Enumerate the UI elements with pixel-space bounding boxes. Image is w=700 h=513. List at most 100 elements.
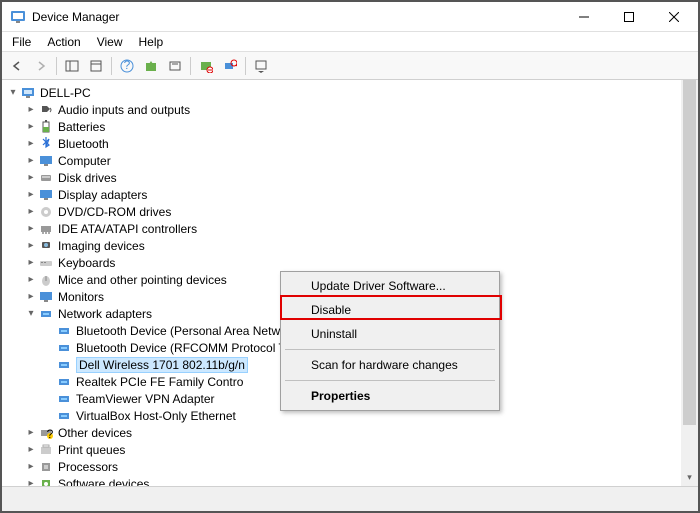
- chevron-right-icon[interactable]: ▸: [24, 122, 38, 132]
- tree-category[interactable]: ▸ Batteries: [6, 118, 698, 135]
- chevron-right-icon[interactable]: ▸: [24, 173, 38, 183]
- tree-category[interactable]: ▸ Audio inputs and outputs: [6, 101, 698, 118]
- tree-category-label: Processors: [58, 460, 118, 474]
- category-icon: [38, 459, 54, 475]
- show-hide-console-button[interactable]: [61, 55, 83, 77]
- update-driver-button[interactable]: [140, 55, 162, 77]
- tree-category-label: Imaging devices: [58, 239, 145, 253]
- category-icon: [38, 289, 54, 305]
- tree-category-label: Audio inputs and outputs: [58, 103, 190, 117]
- chevron-right-icon[interactable]: ▸: [24, 445, 38, 455]
- scan-hardware-button[interactable]: [219, 55, 241, 77]
- tree-category-label: Batteries: [58, 120, 105, 134]
- chevron-right-icon[interactable]: ▸: [24, 241, 38, 251]
- context-menu-separator: [285, 380, 495, 381]
- category-icon: [38, 255, 54, 271]
- menu-help[interactable]: Help: [133, 33, 170, 51]
- chevron-down-icon[interactable]: ▾: [6, 88, 20, 98]
- tree-category-label: Disk drives: [58, 171, 117, 185]
- category-icon: [38, 204, 54, 220]
- chevron-right-icon[interactable]: ▸: [24, 462, 38, 472]
- title-bar: Device Manager: [2, 2, 698, 32]
- chevron-right-icon[interactable]: ▸: [24, 105, 38, 115]
- category-icon: [38, 187, 54, 203]
- context-menu-properties[interactable]: Properties: [283, 384, 497, 408]
- chevron-right-icon[interactable]: ▸: [24, 224, 38, 234]
- tree-category-label: DVD/CD-ROM drives: [58, 205, 171, 219]
- tree-device-label: TeamViewer VPN Adapter: [76, 392, 215, 406]
- tree-category[interactable]: ▸Display adapters: [6, 186, 698, 203]
- tree-device-label: VirtualBox Host-Only Ethernet: [76, 409, 236, 423]
- tree-category[interactable]: ▸ Processors: [6, 458, 698, 475]
- chevron-right-icon[interactable]: ▸: [24, 190, 38, 200]
- maximize-button[interactable]: [606, 2, 651, 31]
- menu-file[interactable]: File: [6, 33, 37, 51]
- chevron-down-icon[interactable]: ▾: [24, 309, 38, 319]
- vertical-scrollbar[interactable]: ▴ ▾: [681, 80, 698, 486]
- svg-text:?: ?: [124, 59, 131, 72]
- tree-category[interactable]: ▸Bluetooth: [6, 135, 698, 152]
- tree-category[interactable]: ▸ Keyboards: [6, 254, 698, 271]
- context-menu-uninstall[interactable]: Uninstall: [283, 322, 497, 346]
- tree-root[interactable]: ▾ DELL-PC: [6, 84, 698, 101]
- tree-device-label: Bluetooth Device (Personal Area Network): [76, 324, 301, 338]
- chevron-right-icon[interactable]: ▸: [24, 479, 38, 487]
- menu-view[interactable]: View: [91, 33, 129, 51]
- context-menu-scan[interactable]: Scan for hardware changes: [283, 353, 497, 377]
- tree-category-label: Network adapters: [58, 307, 152, 321]
- tree-category-label: Keyboards: [58, 256, 115, 270]
- tree-category[interactable]: ▸IDE ATA/ATAPI controllers: [6, 220, 698, 237]
- tree-root-label: DELL-PC: [40, 86, 91, 100]
- tree-category[interactable]: ▸ Imaging devices: [6, 237, 698, 254]
- chevron-right-icon[interactable]: ▸: [24, 428, 38, 438]
- chevron-right-icon[interactable]: ▸: [24, 207, 38, 217]
- view-dropdown-button[interactable]: [250, 55, 272, 77]
- network-adapter-icon: [56, 391, 72, 407]
- tree-category[interactable]: ▸ Software devices: [6, 475, 698, 486]
- category-icon: [38, 170, 54, 186]
- forward-button[interactable]: [30, 55, 52, 77]
- disable-button[interactable]: [195, 55, 217, 77]
- chevron-right-icon[interactable]: ▸: [24, 156, 38, 166]
- menu-action[interactable]: Action: [41, 33, 86, 51]
- category-icon: [38, 442, 54, 458]
- properties-button[interactable]: [85, 55, 107, 77]
- tree-category-label: Computer: [58, 154, 111, 168]
- tree-device-label: Realtek PCIe FE Family Contro: [76, 375, 243, 389]
- uninstall-button[interactable]: [164, 55, 186, 77]
- network-adapter-icon: [56, 374, 72, 390]
- app-icon: [10, 9, 26, 25]
- menu-bar: File Action View Help: [2, 32, 698, 52]
- scroll-down-icon[interactable]: ▾: [681, 469, 698, 486]
- tree-category-label: Software devices: [58, 477, 149, 487]
- tree-category[interactable]: ▸Print queues: [6, 441, 698, 458]
- category-icon: [38, 221, 54, 237]
- category-icon: [38, 102, 54, 118]
- tree-category[interactable]: ▸ Computer: [6, 152, 698, 169]
- tree-category-label: Other devices: [58, 426, 132, 440]
- chevron-right-icon[interactable]: ▸: [24, 139, 38, 149]
- network-adapter-icon: [56, 323, 72, 339]
- category-icon: [38, 272, 54, 288]
- help-button[interactable]: ?: [116, 55, 138, 77]
- chevron-right-icon[interactable]: ▸: [24, 258, 38, 268]
- category-icon: ?: [38, 425, 54, 441]
- minimize-button[interactable]: [561, 2, 606, 31]
- tree-category[interactable]: ▸ DVD/CD-ROM drives: [6, 203, 698, 220]
- tree-category[interactable]: ▸? Other devices: [6, 424, 698, 441]
- chevron-right-icon[interactable]: ▸: [24, 292, 38, 302]
- computer-icon: [20, 85, 36, 101]
- back-button[interactable]: [6, 55, 28, 77]
- tree-category[interactable]: ▸ Disk drives: [6, 169, 698, 186]
- window-title: Device Manager: [32, 10, 561, 24]
- scroll-thumb[interactable]: [683, 80, 696, 425]
- network-adapter-icon: [56, 408, 72, 424]
- chevron-right-icon[interactable]: ▸: [24, 275, 38, 285]
- category-icon: [38, 153, 54, 169]
- toolbar: ?: [2, 52, 698, 80]
- svg-text:?: ?: [47, 427, 53, 440]
- category-icon: [38, 136, 54, 152]
- context-menu-disable[interactable]: Disable: [283, 298, 497, 322]
- close-button[interactable]: [651, 2, 696, 31]
- context-menu-update-driver[interactable]: Update Driver Software...: [283, 274, 497, 298]
